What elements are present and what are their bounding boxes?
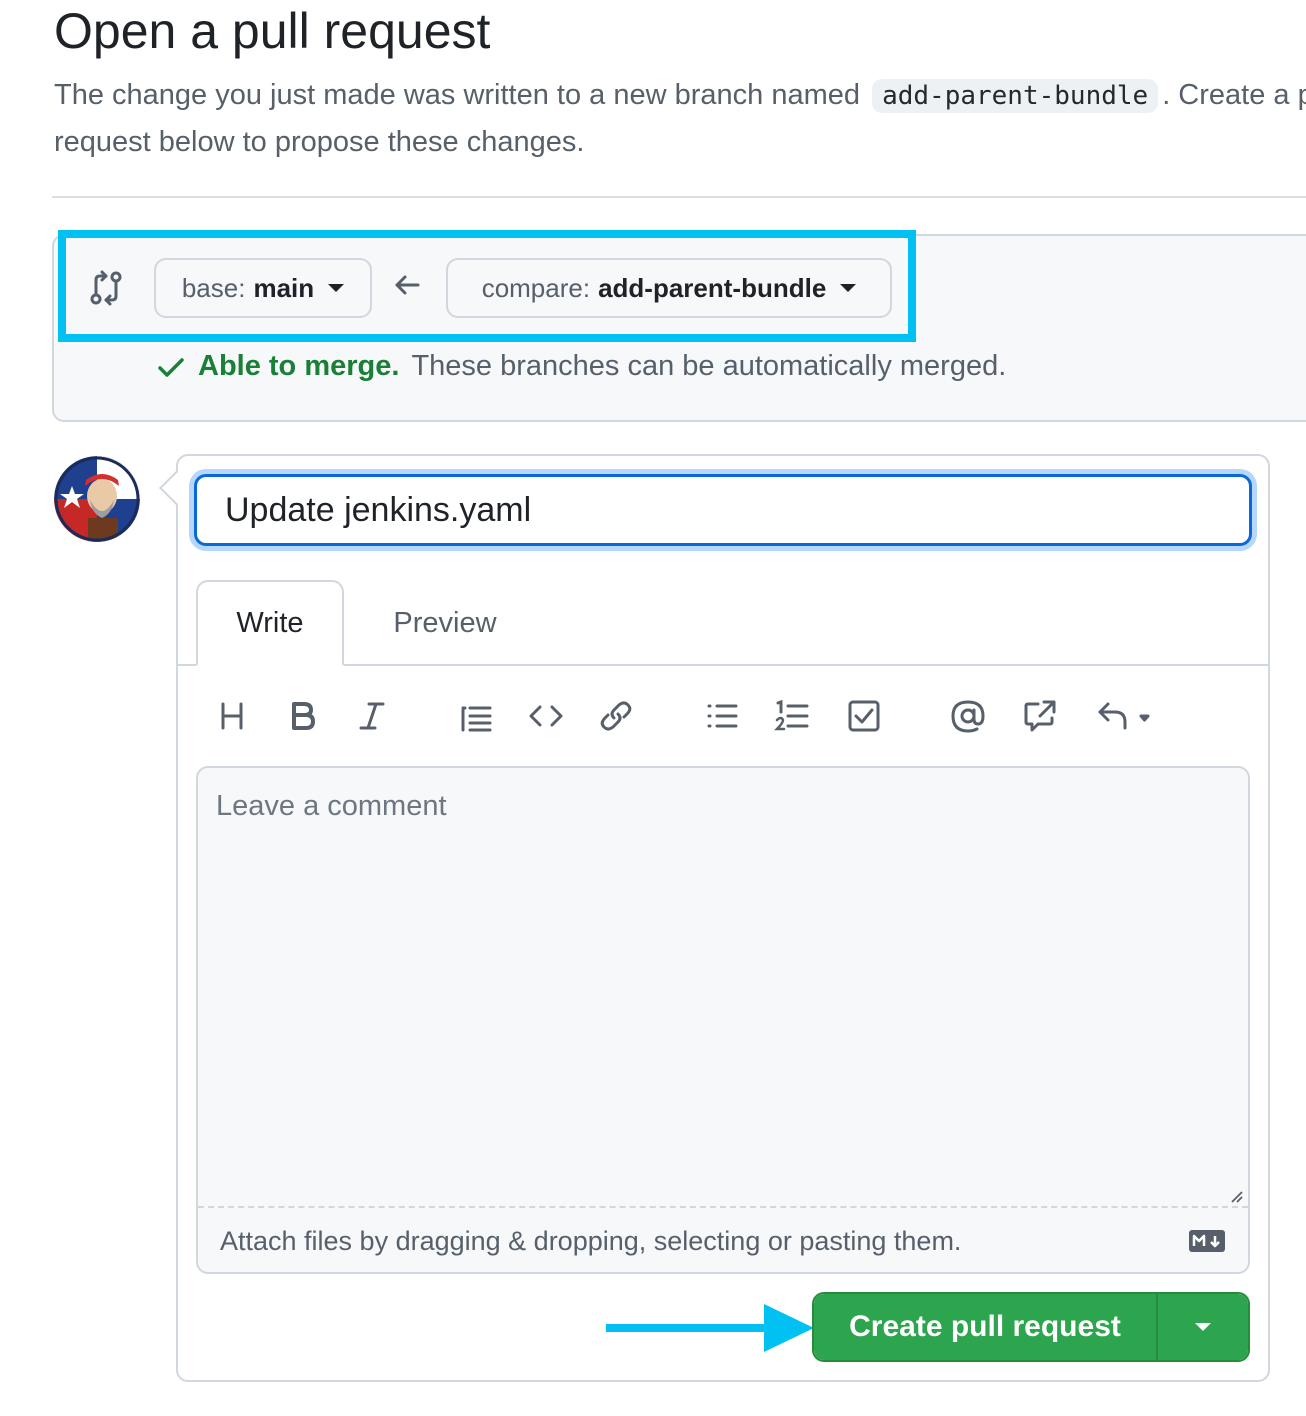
avatar[interactable] [54,456,140,542]
create-pr-button-group: Create pull request [812,1292,1250,1362]
link-icon[interactable] [594,694,638,738]
arrow-right-annotation-icon [606,1304,814,1352]
reference-icon[interactable] [1018,694,1062,738]
header-divider [52,196,1306,198]
code-icon[interactable] [524,694,568,738]
task-list-icon[interactable] [842,694,886,738]
attach-files-text: Attach files by dragging & dropping, sel… [220,1225,962,1256]
create-pr-dropdown[interactable] [1158,1294,1248,1360]
reply-icon[interactable] [1090,694,1160,738]
merge-status: Able to merge. These branches can be aut… [156,350,1006,383]
quote-icon[interactable] [454,694,498,738]
pr-title-input[interactable] [194,474,1252,546]
heading-icon[interactable] [210,694,254,738]
merge-ok-label: Able to merge. [198,350,400,382]
create-pull-request-button[interactable]: Create pull request [814,1294,1158,1360]
attach-files-bar[interactable]: Attach files by dragging & dropping, sel… [198,1206,1248,1272]
new-branch-name: add-parent-bundle [872,79,1159,113]
unordered-list-icon[interactable] [700,694,744,738]
tab-preview[interactable]: Preview [360,580,530,666]
description-text: The change you just made was written to … [54,79,861,111]
comment-textarea[interactable] [198,768,1248,1206]
merge-message: These branches can be automatically merg… [411,350,1007,382]
italic-icon[interactable] [350,694,394,738]
check-icon [158,357,184,377]
comment-box: Attach files by dragging & dropping, sel… [196,766,1250,1274]
branch-description: The change you just made was written to … [54,72,1306,165]
mention-icon[interactable] [946,694,990,738]
page-title: Open a pull request [54,3,491,59]
bold-icon[interactable] [280,694,324,738]
markdown-icon[interactable] [1188,1229,1226,1253]
resize-grip-icon[interactable] [1226,1186,1244,1204]
highlight-box [58,230,916,342]
ordered-list-icon[interactable] [770,694,814,738]
caret-down-icon [1195,1323,1211,1331]
tab-write[interactable]: Write [196,580,344,666]
